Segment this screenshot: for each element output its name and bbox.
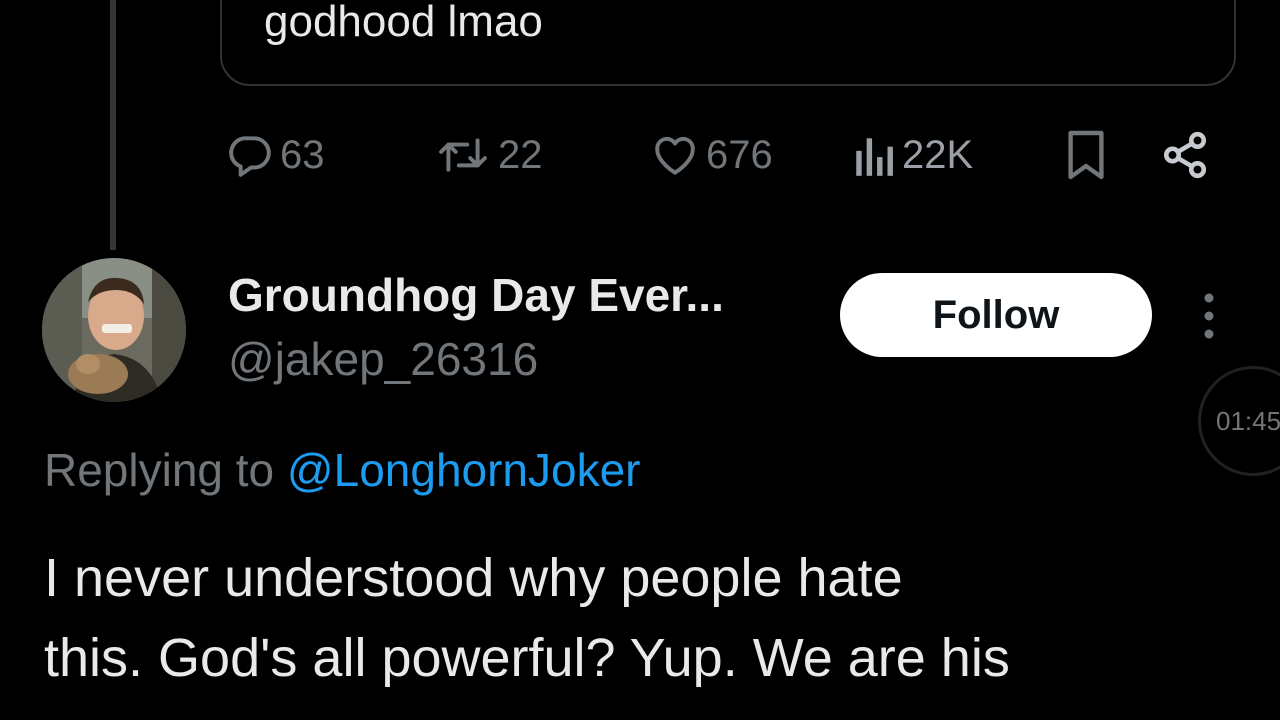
heart-icon — [648, 130, 702, 180]
more-options-icon[interactable] — [1196, 290, 1222, 342]
replying-to-line: Replying to @LonghornJoker — [44, 440, 641, 500]
like-count: 676 — [706, 132, 773, 177]
tweet-action-bar: 63 22 676 22K — [0, 125, 1280, 185]
reply-count: 63 — [280, 132, 325, 177]
replying-to-label: Replying to — [44, 444, 287, 496]
like-button[interactable]: 676 — [648, 125, 773, 185]
views-button[interactable]: 22K — [852, 125, 973, 185]
bookmark-button[interactable] — [1064, 125, 1108, 185]
reply-button[interactable]: 63 — [222, 125, 325, 185]
avatar[interactable] — [42, 258, 186, 402]
reply-tweet-body: I never understood why people hate this.… — [44, 538, 1264, 698]
video-timer: 01:45 — [1216, 406, 1280, 436]
views-chart-icon — [852, 130, 898, 180]
share-button[interactable] — [1160, 125, 1210, 185]
follow-button[interactable]: Follow — [840, 273, 1152, 357]
author-display-name[interactable]: Groundhog Day Ever... — [228, 266, 724, 324]
replying-to-mention[interactable]: @LonghornJoker — [287, 444, 641, 496]
author-handle[interactable]: @jakep_26316 — [228, 330, 538, 388]
reply-icon — [222, 130, 276, 180]
repost-button[interactable]: 22 — [432, 125, 543, 185]
share-icon — [1160, 128, 1210, 182]
body-line: this. God's all powerful? Yup. We are hi… — [44, 628, 1010, 688]
views-count: 22K — [902, 132, 974, 177]
repost-icon — [432, 130, 494, 180]
body-line: I never understood why people hate — [44, 548, 903, 608]
repost-count: 22 — [498, 132, 543, 177]
quoted-tweet-card[interactable]: godhood lmao — [220, 0, 1236, 86]
bookmark-icon — [1064, 128, 1108, 182]
quoted-tweet-text: godhood lmao — [264, 0, 543, 46]
